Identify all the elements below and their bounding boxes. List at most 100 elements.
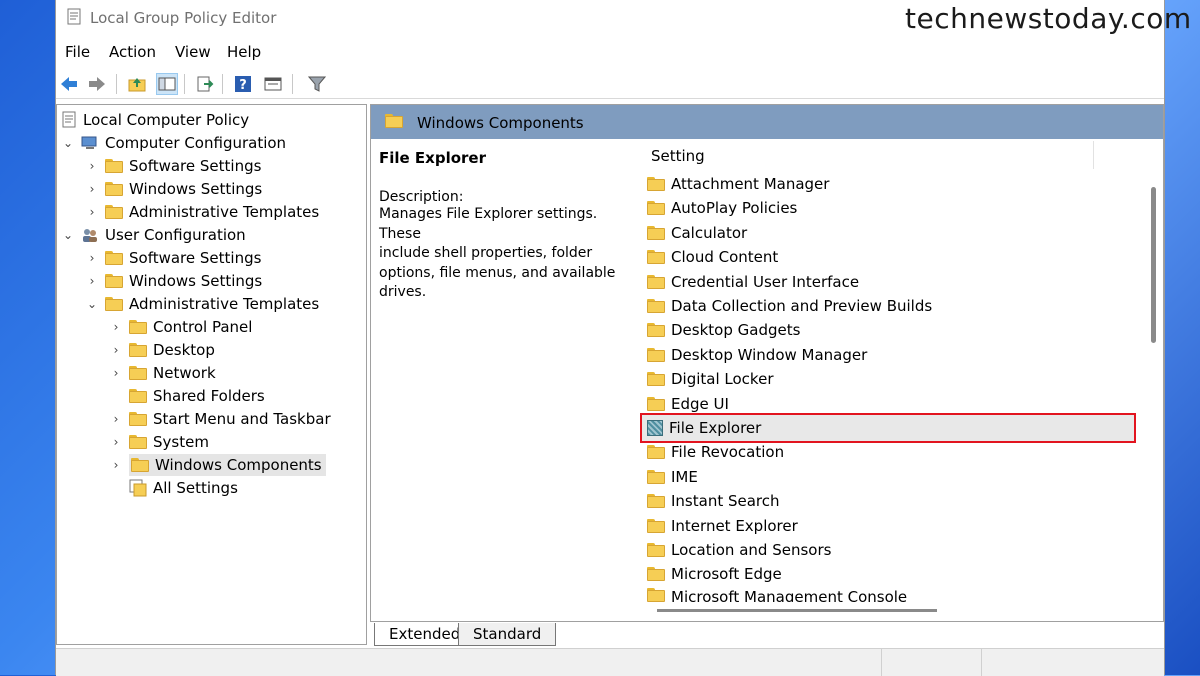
export-list-icon[interactable] — [194, 73, 216, 95]
folder-icon — [129, 389, 147, 403]
tree-node-cc-software-settings[interactable]: › Software Settings — [85, 155, 262, 177]
tree-node-shared-folders[interactable]: Shared Folders — [109, 385, 265, 407]
forward-icon[interactable] — [86, 73, 108, 95]
chevron-right-icon[interactable]: › — [109, 412, 123, 426]
tree-node-root[interactable]: Local Computer Policy — [61, 109, 249, 131]
chevron-right-icon[interactable]: › — [85, 274, 99, 288]
properties-view-icon[interactable] — [262, 73, 284, 95]
window-title: Local Group Policy Editor — [90, 9, 277, 27]
show-hide-tree-icon[interactable] — [156, 73, 178, 95]
gpedit-app-icon — [67, 8, 81, 25]
watermark: technewstoday.com — [905, 2, 1192, 35]
list-item-label: Instant Search — [671, 492, 780, 511]
list-item-label: Desktop Window Manager — [671, 345, 868, 364]
chevron-down-icon[interactable]: ⌄ — [61, 228, 75, 242]
chevron-down-icon[interactable]: ⌄ — [61, 136, 75, 150]
tree-node-start-menu-and-taskbar[interactable]: › Start Menu and Taskbar — [109, 408, 331, 430]
description-line: Manages File Explorer settings. These — [379, 206, 598, 242]
list-item[interactable]: Attachment Manager — [647, 173, 829, 195]
folder-icon — [647, 587, 665, 602]
list-item[interactable]: Desktop Window Manager — [647, 344, 867, 366]
folder-icon — [647, 323, 665, 338]
chevron-right-icon[interactable]: › — [109, 343, 123, 357]
list-item[interactable]: Data Collection and Preview Builds — [647, 295, 932, 317]
help-icon[interactable]: ? — [232, 73, 254, 95]
tab-label: Standard — [473, 625, 542, 643]
details-pane: Windows Components File Explorer Descrip… — [370, 104, 1164, 622]
tree-node-desktop[interactable]: › Desktop — [109, 339, 215, 361]
list-item-label: Microsoft Management Console — [671, 587, 908, 602]
list-item[interactable]: Calculator — [647, 222, 747, 244]
menu-view[interactable]: View — [175, 43, 211, 61]
folder-icon — [647, 177, 665, 191]
description-line: drives. — [379, 284, 427, 300]
tab-standard[interactable]: Standard — [458, 623, 557, 646]
chevron-right-icon[interactable]: › — [85, 251, 99, 265]
status-bar — [56, 648, 1164, 676]
menu-help[interactable]: Help — [227, 43, 261, 61]
tree-node-uc-administrative-templates[interactable]: ⌄ Administrative Templates — [85, 293, 319, 315]
list-item[interactable]: Digital Locker — [647, 368, 773, 390]
vertical-scrollbar[interactable] — [1151, 187, 1156, 343]
folder-icon — [647, 396, 665, 411]
list-item[interactable]: Desktop Gadgets — [647, 319, 800, 341]
tree-label: Software Settings — [129, 249, 262, 267]
svg-text:?: ? — [239, 78, 247, 93]
list-item-label: Location and Sensors — [671, 541, 832, 559]
list-item-label: Attachment Manager — [671, 175, 830, 193]
list-item[interactable]: Credential User Interface — [647, 271, 859, 293]
filter-icon[interactable] — [306, 73, 328, 95]
selected-node[interactable]: Windows Components — [129, 454, 326, 476]
folder-icon — [105, 274, 123, 288]
chevron-down-icon[interactable]: ⌄ — [85, 297, 99, 311]
list-item-label: Edge UI — [671, 394, 729, 413]
horizontal-scrollbar[interactable] — [657, 609, 937, 612]
list-item[interactable]: Instant Search — [647, 490, 780, 512]
folder-icon — [647, 372, 665, 387]
tree-node-uc-windows-settings[interactable]: › Windows Settings — [85, 270, 263, 292]
tree-node-windows-components[interactable]: › Windows Components — [109, 454, 326, 476]
list-item[interactable]: IME — [647, 466, 698, 488]
chevron-right-icon[interactable]: › — [109, 458, 123, 472]
tree-node-user-configuration[interactable]: ⌄ User Configuration — [61, 224, 246, 246]
tree-node-network[interactable]: › Network — [109, 362, 216, 384]
list-item-label: Internet Explorer — [671, 516, 798, 535]
chevron-right-icon[interactable]: › — [85, 159, 99, 173]
column-header-setting[interactable]: Setting — [651, 147, 705, 165]
chevron-right-icon[interactable]: › — [85, 182, 99, 196]
folder-icon — [129, 435, 147, 449]
list-item-label: File Explorer — [669, 419, 762, 437]
tree-node-system[interactable]: › System — [109, 431, 209, 453]
back-icon[interactable] — [58, 73, 80, 95]
list-item[interactable]: Microsoft Edge — [647, 563, 782, 585]
tree-node-cc-administrative-templates[interactable]: › Administrative Templates — [85, 201, 320, 223]
tree-node-computer-configuration[interactable]: ⌄ Computer Configuration — [61, 132, 286, 154]
list-item[interactable]: Internet Explorer — [647, 515, 798, 537]
list-item-label: Digital Locker — [671, 370, 774, 389]
list-item[interactable]: Cloud Content — [647, 246, 778, 268]
view-tabs: Extended Standard — [370, 623, 1164, 647]
tree-node-uc-software-settings[interactable]: › Software Settings — [85, 247, 262, 269]
column-separator[interactable] — [1093, 141, 1094, 169]
up-folder-icon[interactable] — [126, 73, 148, 95]
menu-file[interactable]: File — [65, 43, 90, 61]
tree-label: Computer Configuration — [105, 134, 287, 152]
tree-node-all-settings[interactable]: All Settings — [109, 477, 238, 499]
list-item[interactable]: Edge UI — [647, 393, 729, 415]
list-item[interactable]: File Revocation — [647, 441, 784, 463]
chevron-right-icon[interactable]: › — [85, 205, 99, 219]
chevron-right-icon[interactable]: › — [109, 435, 123, 449]
list-item-selected[interactable]: File Explorer — [647, 417, 761, 439]
list-item[interactable]: Location and Sensors — [647, 539, 831, 561]
chevron-right-icon[interactable]: › — [109, 320, 123, 334]
description-line: include shell properties, folder — [379, 245, 593, 261]
policy-setting-icon — [647, 420, 663, 436]
list-item[interactable]: Microsoft Management Console — [647, 587, 908, 602]
tree-label: System — [153, 433, 209, 451]
tree-node-cc-windows-settings[interactable]: › Windows Settings — [85, 178, 263, 200]
list-item[interactable]: AutoPlay Policies — [647, 197, 797, 219]
tree-label: Administrative Templates — [129, 295, 320, 313]
chevron-right-icon[interactable]: › — [109, 366, 123, 380]
menu-action[interactable]: Action — [109, 43, 156, 61]
tree-node-control-panel[interactable]: › Control Panel — [109, 316, 253, 338]
